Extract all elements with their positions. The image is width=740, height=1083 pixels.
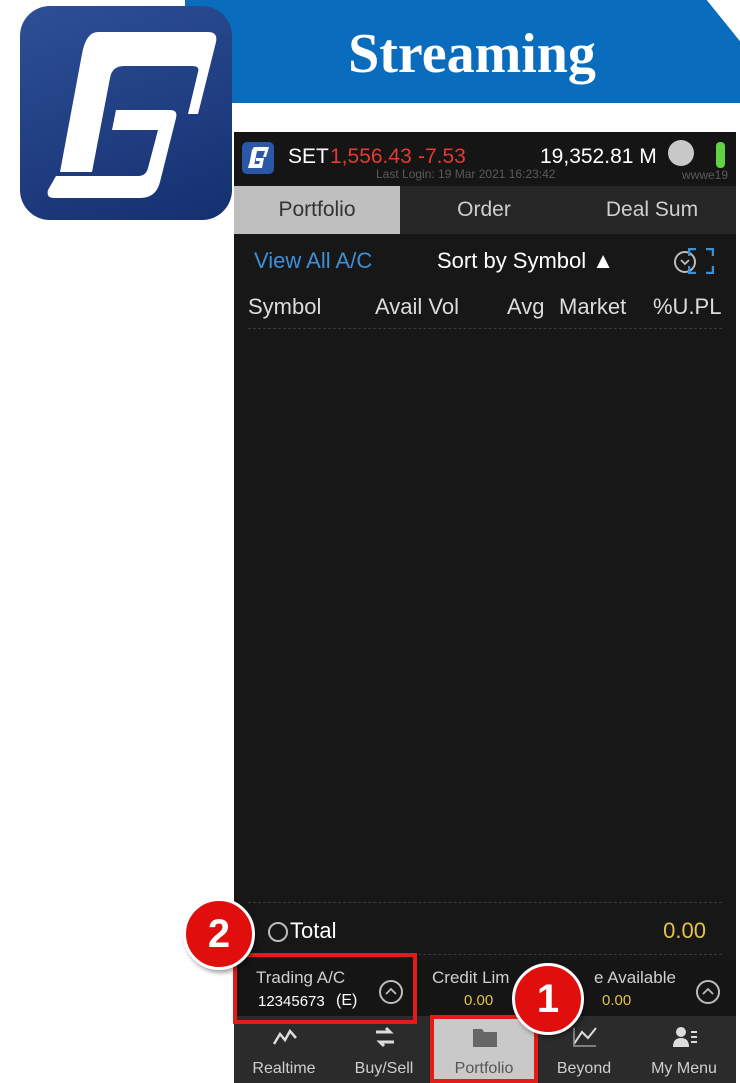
last-login: Last Login: 19 Mar 2021 16:23:42	[376, 167, 556, 181]
column-upl-percent[interactable]: %U.PL	[653, 294, 721, 320]
nav-realtime[interactable]: Realtime	[234, 1016, 334, 1083]
beyond-chart-icon	[573, 1027, 597, 1047]
sort-by-symbol[interactable]: Sort by Symbol ▲	[437, 248, 614, 274]
app-logo-icon	[242, 142, 274, 174]
nav-my-menu-label: My Menu	[651, 1060, 717, 1077]
trading-account-highlight	[233, 953, 417, 1024]
buy-sell-arrows-icon	[376, 1026, 394, 1048]
credit-limit-value: 0.00	[464, 992, 494, 1009]
header-divider	[248, 328, 722, 329]
realtime-chart-icon	[272, 1028, 297, 1045]
column-avg[interactable]: Avg	[507, 294, 545, 320]
total-row: Total 0.00	[234, 908, 736, 954]
user-menu-icon	[673, 1027, 697, 1047]
account-details-icon[interactable]	[696, 980, 720, 1004]
portfolio-tab-highlight	[430, 1015, 538, 1083]
battery-indicator-icon	[716, 142, 725, 168]
nav-my-menu[interactable]: My Menu	[634, 1016, 734, 1083]
assistant-bot-icon[interactable]	[668, 140, 694, 166]
index-change: -7.53	[418, 145, 466, 168]
market-status-bar: SET 1,556.43 -7.53 Last Login: 19 Mar 20…	[234, 132, 736, 184]
nav-realtime-label: Realtime	[252, 1060, 316, 1077]
streaming-logo-icon	[20, 6, 232, 220]
nav-beyond-label: Beyond	[556, 1060, 612, 1077]
column-market[interactable]: Market	[559, 294, 626, 320]
column-headers: Symbol Avail Vol Avg Market %U.PL	[234, 284, 736, 330]
nav-buy-sell-label: Buy/Sell	[354, 1060, 414, 1077]
credit-limit-label: Credit Lim	[432, 968, 510, 987]
step-badge-2: 2	[183, 898, 255, 970]
total-value: 0.00	[663, 918, 706, 943]
step-badge-1: 1	[512, 963, 584, 1035]
total-label: Total	[290, 918, 337, 943]
market-volume: 19,352.81 M	[540, 145, 657, 168]
index-name: SET	[288, 145, 329, 168]
available-value: 0.00	[602, 992, 632, 1009]
banner-title: Streaming	[348, 23, 596, 85]
total-divider	[248, 902, 722, 903]
tab-order[interactable]: Order	[400, 186, 568, 234]
column-symbol[interactable]: Symbol	[248, 294, 321, 320]
index-value: 1,556.43	[330, 145, 412, 168]
username: wwwe19	[682, 168, 729, 182]
column-avail-vol[interactable]: Avail Vol	[375, 294, 459, 320]
tab-bar: Portfolio Order Deal Sum	[234, 186, 736, 234]
app-screen: SET 1,556.43 -7.53 Last Login: 19 Mar 20…	[234, 132, 736, 1083]
portfolio-toolbar: View All A/C Sort by Symbol ▲	[234, 240, 736, 282]
nav-buy-sell[interactable]: Buy/Sell	[334, 1016, 434, 1083]
tab-portfolio[interactable]: Portfolio	[234, 186, 400, 234]
tab-deal-sum[interactable]: Deal Sum	[568, 186, 736, 234]
fullscreen-icon[interactable]	[688, 248, 714, 274]
available-label: e Available	[594, 968, 676, 987]
view-all-accounts-link[interactable]: View All A/C	[254, 248, 372, 274]
total-expand-icon[interactable]	[268, 922, 288, 942]
